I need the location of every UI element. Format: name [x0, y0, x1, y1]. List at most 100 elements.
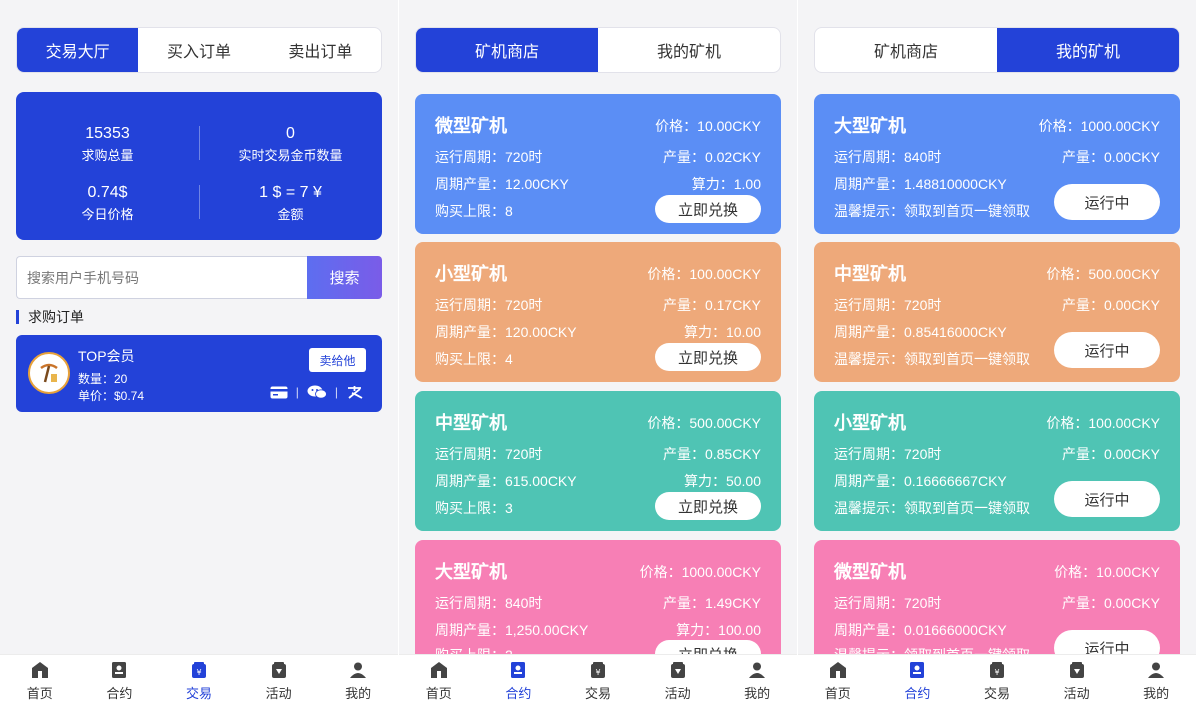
nav-contract[interactable]: 合约 — [80, 655, 160, 707]
nav-mine[interactable]: 我的 — [318, 655, 398, 707]
miner-period: 运行周期：840时 — [435, 595, 543, 611]
buy-order-item: TOP会员 数量：20 单价：$0.74 卖给他 | | — [16, 335, 382, 412]
miner-card: 微型矿机 价格：10.00CKY 运行周期：720时 产量：0.02CKY 周期… — [415, 94, 781, 234]
miner-cycle-output: 周期产量：120.00CKY — [435, 324, 577, 340]
miner-price: 价格：10.00CKY — [655, 118, 761, 134]
contract-icon — [910, 661, 925, 678]
nav-activity[interactable]: 活动 — [239, 655, 319, 707]
stat-rate-value: 1 $ = 7 ¥ — [259, 184, 322, 201]
nav-label: 首页 — [26, 685, 53, 701]
nav-trade[interactable]: ¥ 交易 — [957, 655, 1037, 707]
svg-text:¥: ¥ — [994, 668, 999, 677]
miner-power: 算力：100.00 — [676, 622, 761, 638]
nav-label: 交易 — [584, 685, 611, 701]
running-status-button[interactable]: 运行中 — [1054, 332, 1160, 368]
stat-price: 0.74$ 今日价格 — [16, 184, 199, 223]
stat-price-label: 今日价格 — [81, 207, 134, 222]
miner-price: 价格：10.00CKY — [1054, 564, 1160, 580]
redeem-button[interactable]: 立即兑换 — [655, 492, 761, 520]
miner-title: 大型矿机 — [435, 562, 507, 583]
miner-title: 中型矿机 — [834, 264, 906, 285]
miner-price: 价格：500.00CKY — [647, 415, 761, 431]
miner-period: 运行周期：720时 — [834, 595, 942, 611]
nav-home[interactable]: 首页 — [0, 655, 80, 707]
stat-total-label: 求购总量 — [81, 148, 134, 163]
stat-total-value: 15353 — [85, 125, 130, 142]
user-icon — [1148, 662, 1165, 678]
miner-tabs: 矿机商店 我的矿机 — [814, 27, 1180, 73]
nav-contract[interactable]: 合约 — [878, 655, 958, 707]
miner-power: 算力：50.00 — [683, 473, 761, 489]
tab-sell-orders[interactable]: 卖出订单 — [260, 28, 381, 72]
stat-total: 15353 求购总量 — [16, 125, 199, 164]
nav-mine[interactable]: 我的 — [717, 655, 797, 707]
contract-icon — [112, 661, 127, 678]
running-status-button[interactable]: 运行中 — [1054, 184, 1160, 220]
my-miners-screen: 矿机商店 我的矿机 大型矿机 价格：1000.00CKY 运行周期：840时 产… — [798, 0, 1196, 707]
tab-trade-hall[interactable]: 交易大厅 — [17, 28, 139, 72]
activity-icon — [271, 661, 286, 678]
miner-period: 运行周期：720时 — [834, 297, 942, 313]
miner-power: 算力：1.00 — [691, 176, 761, 192]
home-icon — [430, 661, 447, 678]
payment-methods: | | — [270, 385, 364, 399]
separator: | — [334, 385, 338, 399]
miner-output: 产量：0.85CKY — [662, 446, 761, 462]
miner-period: 运行周期：720时 — [435, 446, 543, 462]
miner-output: 产量：1.49CKY — [662, 595, 761, 611]
bottom-nav: 首页 合约 ¥ 交易 活动 我的 — [399, 654, 797, 707]
nav-label: 交易 — [185, 685, 212, 701]
order-quantity: 数量：20 — [78, 372, 128, 386]
miner-period: 运行周期：720时 — [435, 297, 543, 313]
search-bar: 搜索 — [16, 256, 382, 299]
redeem-button[interactable]: 立即兑换 — [655, 195, 761, 223]
nav-label: 我的 — [1143, 685, 1170, 701]
miner-power: 算力：10.00 — [683, 324, 761, 340]
miner-title: 小型矿机 — [834, 413, 906, 434]
miner-tip: 温馨提示：领取到首页一键领取 — [834, 500, 1030, 516]
nav-activity[interactable]: 活动 — [1037, 655, 1117, 707]
nav-mine[interactable]: 我的 — [1116, 655, 1196, 707]
miner-cycle-output: 周期产量：1,250.00CKY — [435, 622, 589, 638]
nav-label: 合约 — [904, 685, 931, 701]
miner-price: 价格：1000.00CKY — [639, 564, 761, 580]
miner-limit: 购买上限：4 — [435, 351, 513, 367]
miner-price: 价格：100.00CKY — [647, 266, 761, 282]
nav-trade[interactable]: ¥ 交易 — [159, 655, 239, 707]
phone-search-input[interactable] — [16, 256, 307, 299]
miner-period: 运行周期：840时 — [834, 149, 942, 165]
miner-cycle-output: 周期产量：0.01666000CKY — [834, 622, 1007, 638]
tab-my-miners[interactable]: 我的矿机 — [598, 28, 780, 72]
nav-label: 合约 — [106, 685, 133, 701]
miner-output: 产量：0.17CKY — [662, 297, 761, 313]
nav-trade[interactable]: ¥ 交易 — [558, 655, 638, 707]
redeem-button[interactable]: 立即兑换 — [655, 343, 761, 371]
nav-label: 合约 — [505, 685, 532, 701]
nav-home[interactable]: 首页 — [399, 655, 479, 707]
tab-my-miners[interactable]: 我的矿机 — [997, 28, 1179, 72]
trade-tabs: 交易大厅 买入订单 卖出订单 — [16, 27, 382, 73]
nav-label: 首页 — [425, 685, 452, 701]
tab-miner-shop[interactable]: 矿机商店 — [416, 28, 598, 72]
miner-title: 中型矿机 — [435, 413, 507, 434]
search-button[interactable]: 搜索 — [307, 256, 382, 299]
miner-output: 产量：0.00CKY — [1061, 446, 1160, 462]
order-unit-price: 单价：$0.74 — [78, 389, 145, 403]
miner-card: 小型矿机 价格：100.00CKY 运行周期：720时 产量：0.17CKY 周… — [415, 242, 781, 382]
miner-output: 产量：0.02CKY — [662, 149, 761, 165]
nav-activity[interactable]: 活动 — [638, 655, 718, 707]
miner-limit: 购买上限：3 — [435, 500, 513, 516]
running-status-button[interactable]: 运行中 — [1054, 481, 1160, 517]
bottom-nav: 首页 合约 ¥ 交易 活动 我的 — [0, 654, 398, 707]
tab-miner-shop[interactable]: 矿机商店 — [815, 28, 997, 72]
nav-contract[interactable]: 合约 — [479, 655, 559, 707]
sell-to-him-button[interactable]: 卖给他 — [309, 348, 366, 372]
stat-live-value: 0 — [286, 125, 295, 142]
tab-buy-orders[interactable]: 买入订单 — [138, 28, 259, 72]
my-miner-card: 大型矿机 价格：1000.00CKY 运行周期：840时 产量：0.00CKY … — [814, 94, 1180, 234]
nav-home[interactable]: 首页 — [798, 655, 878, 707]
miner-shop-screen: 矿机商店 我的矿机 微型矿机 价格：10.00CKY 运行周期：720时 产量：… — [399, 0, 797, 707]
miner-cycle-output: 周期产量：12.00CKY — [435, 176, 569, 192]
miner-output: 产量：0.00CKY — [1061, 595, 1160, 611]
stat-live: 0 实时交易金币数量 — [199, 125, 382, 164]
